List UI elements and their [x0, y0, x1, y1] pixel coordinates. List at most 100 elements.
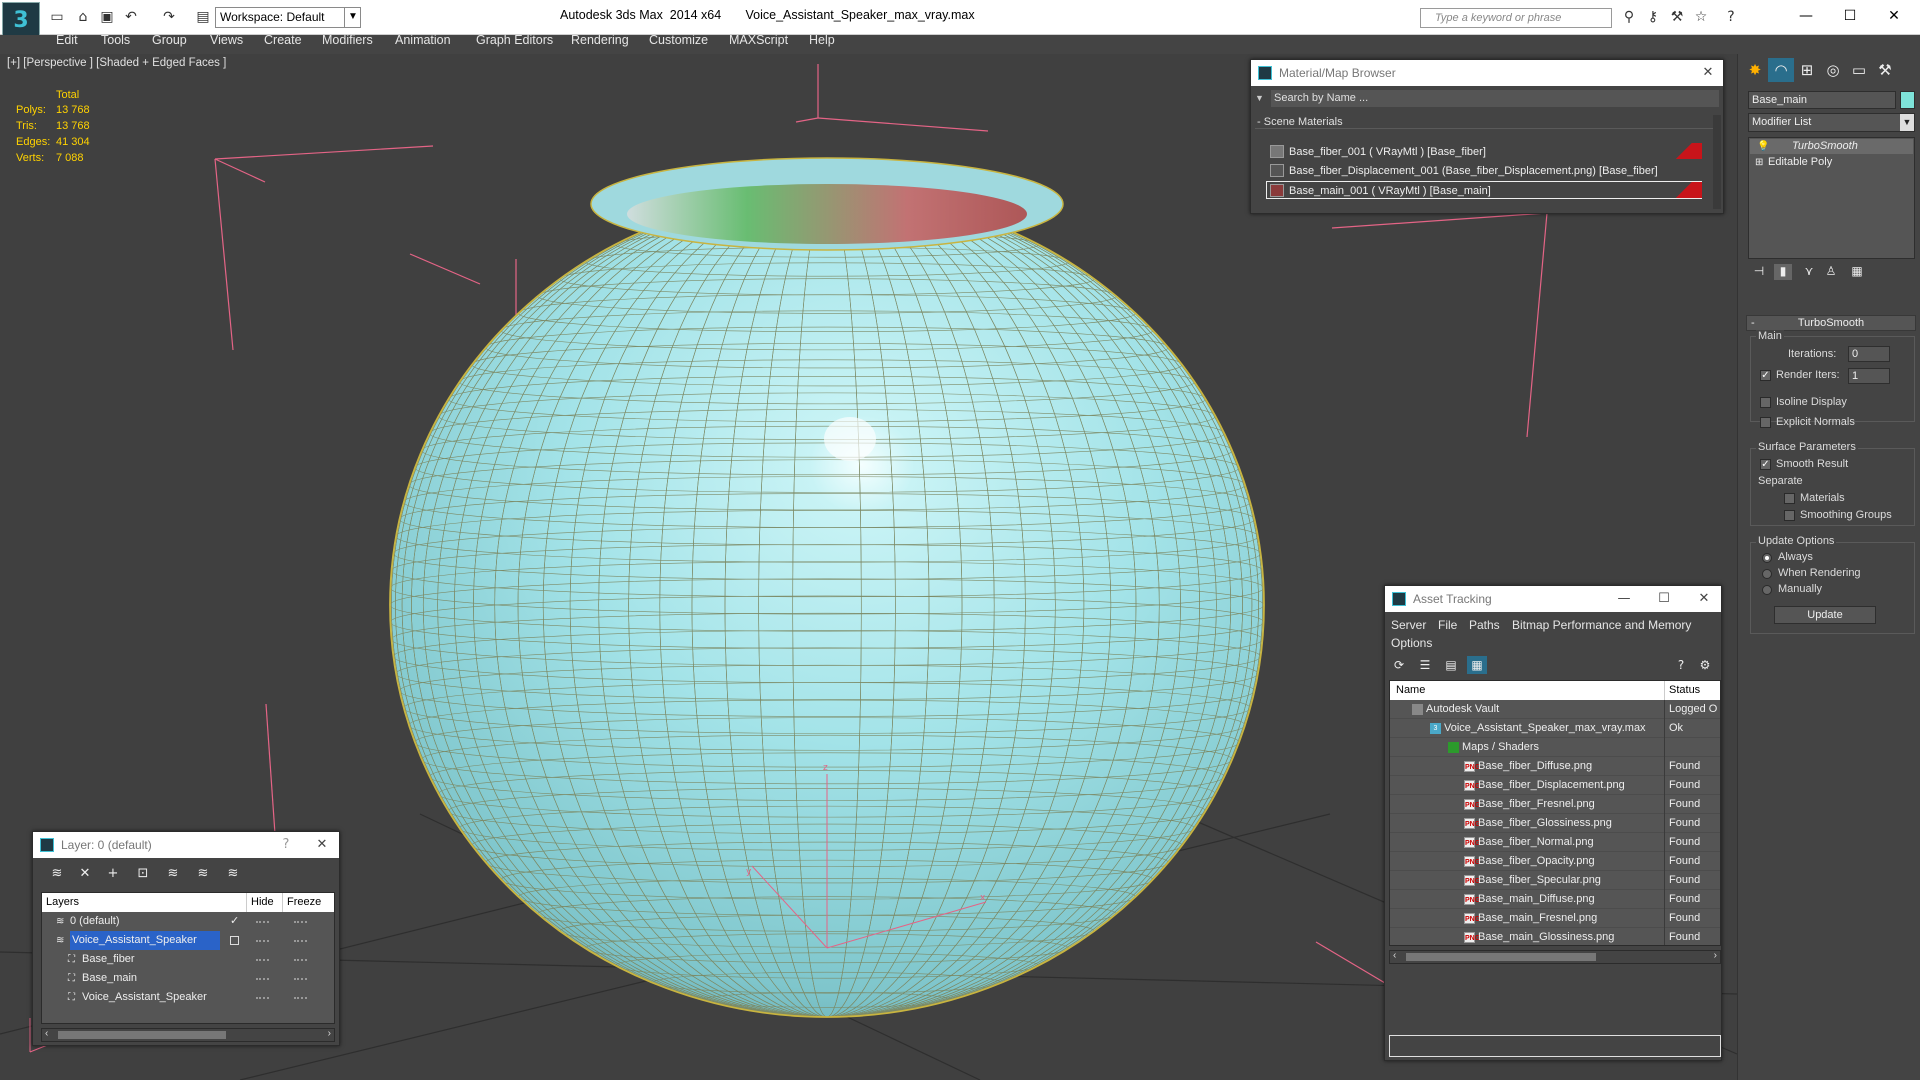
freeze-toggle[interactable] [294, 959, 307, 961]
thumbnail-view-icon[interactable]: ▤ [1441, 656, 1461, 674]
chevron-down-icon[interactable]: ▼ [1900, 114, 1914, 131]
modifier-list-dropdown[interactable]: Modifier List ▼ [1748, 113, 1915, 132]
scroll-left-icon[interactable]: ‹ [1393, 950, 1396, 961]
asset-row[interactable]: PNG Base_fiber_Fresnel.png Found [1390, 795, 1720, 814]
asset-horizontal-scrollbar[interactable]: ‹ › [1389, 950, 1721, 964]
material-browser-titlebar[interactable]: Material/Map Browser ✕ [1251, 60, 1723, 86]
turbosmooth-rollout-header[interactable]: - TurboSmooth [1746, 315, 1916, 331]
binoculars-icon[interactable]: ⚲ [1620, 9, 1638, 25]
workspace-dropdown[interactable]: Workspace: Default [215, 7, 361, 28]
object-color-swatch[interactable] [1900, 91, 1915, 109]
app-logo-button[interactable]: 3 [2, 2, 40, 38]
hide-toggle[interactable] [256, 921, 269, 923]
make-unique-icon[interactable]: ⋎ [1800, 264, 1818, 280]
close-icon[interactable]: ✕ [1695, 60, 1721, 86]
list-view-icon[interactable]: ☰ [1415, 656, 1435, 674]
asset-row[interactable]: Autodesk Vault Logged O [1390, 700, 1720, 719]
column-layers[interactable]: Layers [46, 893, 79, 912]
menu-paths[interactable]: Paths [1469, 618, 1500, 632]
delete-layer-icon[interactable]: ✕ [75, 865, 95, 883]
menu-create[interactable]: Create [264, 33, 302, 47]
create-tab-icon[interactable]: ✸ [1742, 58, 1768, 82]
menu-group[interactable]: Group [152, 33, 187, 47]
layer-horizontal-scrollbar[interactable]: ‹ › [41, 1028, 335, 1042]
search-input[interactable]: Type a keyword or phrase [1420, 8, 1612, 28]
isoline-display-checkbox[interactable] [1760, 397, 1771, 408]
viewport-label[interactable]: [+] [Perspective ] [Shaded + Edged Faces… [7, 57, 226, 69]
column-name[interactable]: Name [1396, 681, 1425, 700]
layer-activate-box[interactable] [230, 936, 239, 945]
asset-row[interactable]: PNG Base_fiber_Normal.png Found [1390, 833, 1720, 852]
key-icon[interactable]: ⚷ [1644, 9, 1662, 25]
material-search-input[interactable]: Search by Name ... [1271, 90, 1719, 107]
table-view-icon[interactable]: ▦ [1467, 656, 1487, 674]
chevron-down-icon[interactable]: ▼ [344, 7, 361, 28]
freeze-toggle[interactable] [294, 997, 307, 999]
motion-tab-icon[interactable]: ◎ [1820, 58, 1846, 82]
menu-tools[interactable]: Tools [101, 33, 130, 47]
asset-row[interactable]: PNG Base_fiber_Diffuse.png Found [1390, 757, 1720, 776]
column-freeze[interactable]: Freeze [282, 893, 321, 912]
maximize-button[interactable]: ☐ [1830, 4, 1870, 28]
asset-row[interactable]: PNG Base_main_Glossiness.png Found [1390, 928, 1720, 945]
menu-views[interactable]: Views [210, 33, 243, 47]
scroll-right-icon[interactable]: › [1714, 950, 1717, 961]
close-icon[interactable]: ✕ [309, 832, 335, 858]
menu-options[interactable]: Options [1391, 636, 1432, 650]
hide-toggle[interactable] [256, 959, 269, 961]
add-to-layer-icon[interactable]: + [103, 865, 123, 883]
scroll-thumb[interactable] [58, 1031, 226, 1039]
layer-row[interactable]: ≋ 0 (default) ✓ [42, 912, 334, 931]
menu-customize[interactable]: Customize [649, 33, 708, 47]
refresh-icon[interactable]: ⟳ [1389, 656, 1409, 674]
update-button[interactable]: Update [1774, 606, 1876, 624]
settings-icon[interactable]: ⚙ [1695, 656, 1715, 674]
help-icon[interactable]: ? [1671, 656, 1691, 674]
scene-materials-group[interactable]: - Scene Materials [1255, 115, 1713, 129]
update-manually-radio[interactable] [1762, 585, 1772, 595]
column-status[interactable]: Status [1664, 681, 1700, 700]
modify-tab-icon[interactable]: ◠ [1768, 58, 1794, 82]
column-hide[interactable]: Hide [246, 893, 274, 912]
active-layer-check-icon[interactable]: ✓ [230, 912, 239, 931]
material-browser-scrollbar[interactable] [1713, 115, 1721, 209]
star-icon[interactable]: ☆ [1692, 9, 1710, 25]
minimize-icon[interactable]: — [1611, 586, 1637, 612]
freeze-toggle[interactable] [294, 978, 307, 980]
pin-stack-icon[interactable]: ⊣ [1750, 264, 1768, 280]
asset-row[interactable]: PNG Base_fiber_Specular.png Found [1390, 871, 1720, 890]
display-tab-icon[interactable]: ▭ [1846, 58, 1872, 82]
hide-toggle[interactable] [256, 997, 269, 999]
layer-row[interactable]: ≋ Voice_Assistant_Speaker [42, 931, 334, 950]
menu-modifiers[interactable]: Modifiers [322, 33, 373, 47]
menu-maxscript[interactable]: MAXScript [729, 33, 788, 47]
minimize-button[interactable]: — [1786, 4, 1826, 28]
show-end-result-icon[interactable]: ▮ [1774, 264, 1792, 280]
lightbulb-icon[interactable]: 💡 [1757, 139, 1769, 154]
asset-row[interactable]: PNG Base_main_Fresnel.png Found [1390, 909, 1720, 928]
material-row[interactable]: Base_fiber_Displacement_001 (Base_fiber_… [1266, 161, 1702, 179]
render-iters-spinner[interactable]: 1 [1848, 368, 1890, 384]
stack-item-turbosmooth[interactable]: 💡 TurboSmooth [1750, 139, 1913, 154]
freeze-all-layers-icon[interactable]: ≋ [223, 865, 243, 883]
highlight-selected-icon[interactable]: ≋ [163, 865, 183, 883]
freeze-toggle[interactable] [294, 940, 307, 942]
hierarchy-tab-icon[interactable]: ⊞ [1794, 58, 1820, 82]
menu-edit[interactable]: Edit [56, 33, 78, 47]
layer-row[interactable]: ⛶ Voice_Assistant_Speaker [42, 988, 334, 1007]
hide-toggle[interactable] [256, 978, 269, 980]
utilities-tab-icon[interactable]: ⚒ [1872, 58, 1898, 82]
layer-manager-titlebar[interactable]: Layer: 0 (default) ? ✕ [33, 832, 339, 858]
undo-icon[interactable]: ↶ [122, 9, 140, 25]
asset-row[interactable]: PNG Base_fiber_Opacity.png Found [1390, 852, 1720, 871]
menu-animation[interactable]: Animation [395, 33, 451, 47]
create-layer-icon[interactable]: ≋ [47, 865, 67, 883]
save-icon[interactable]: ▣ [98, 9, 116, 25]
asset-row[interactable]: 3 Voice_Assistant_Speaker_max_vray.max Ok [1390, 719, 1720, 738]
separate-materials-checkbox[interactable] [1784, 493, 1795, 504]
expand-icon[interactable]: ⊞ [1755, 155, 1763, 170]
select-in-layer-icon[interactable]: ⊡ [133, 865, 153, 883]
help-icon[interactable]: ? [1722, 9, 1740, 25]
redo-icon[interactable]: ↷ [160, 9, 178, 25]
render-iters-checkbox[interactable]: ✓ [1760, 370, 1771, 381]
